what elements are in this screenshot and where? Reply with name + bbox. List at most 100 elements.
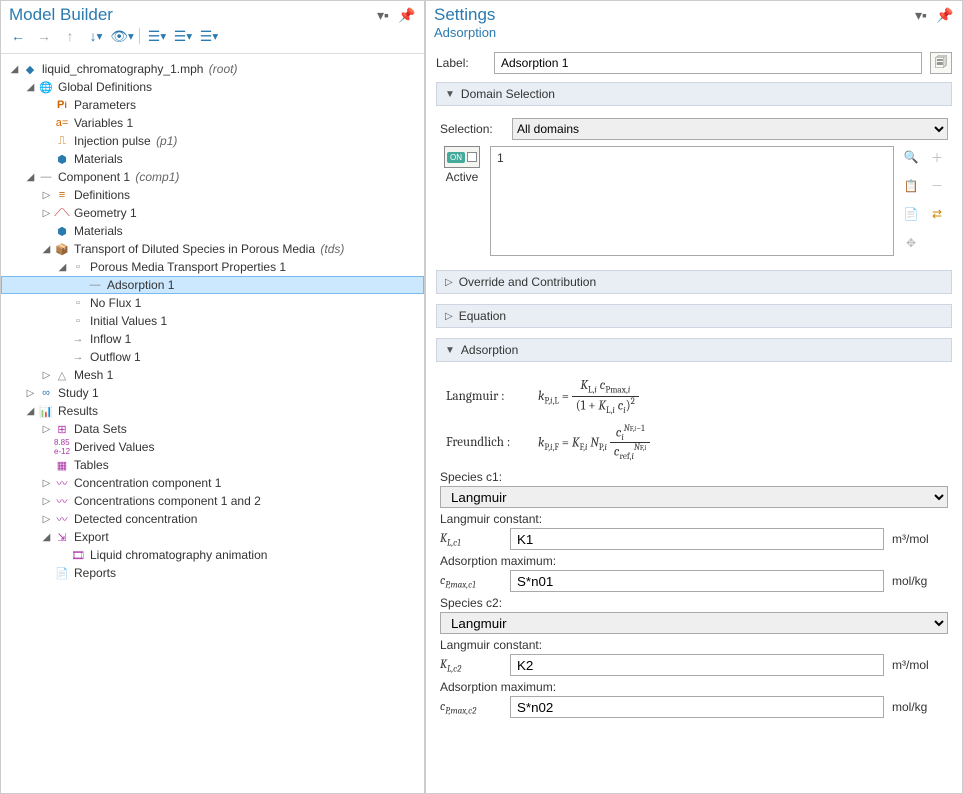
copy-icon[interactable]: 📋 [900,175,922,197]
active-lbl: Active [446,170,479,184]
species-c2-label: Species c2: [440,596,948,610]
tree-component1[interactable]: ◢— Component 1 (comp1) [1,168,424,186]
tree-pmtp1[interactable]: ◢▫ Porous Media Transport Properties 1 [1,258,424,276]
k-c1-input[interactable] [510,528,884,550]
plot-icon: 〰 [54,511,70,527]
add-icon[interactable]: ＋ [926,146,948,168]
model-tree[interactable]: ◢◆ liquid_chromatography_1.mph (root) ◢🌐… [1,54,424,793]
tree-outflow1[interactable]: ▷→ Outflow 1 [1,348,424,366]
zoom-selection-icon[interactable]: 🔍 [900,146,922,168]
section-override[interactable]: ▷ Override and Contribution [436,270,952,294]
datasets-icon: ⊞ [54,421,70,437]
tree-injection-pulse[interactable]: ▷⎍ Injection pulse (p1) [1,132,424,150]
forward-icon[interactable]: → [35,27,53,45]
definitions-icon: ≡ [54,187,70,203]
tree-tds[interactable]: ◢📦 Transport of Diluted Species in Porou… [1,240,424,258]
tree-results[interactable]: ◢📊 Results [1,402,424,420]
tree-mesh1[interactable]: ▷△ Mesh 1 [1,366,424,384]
tree-root[interactable]: ◢◆ liquid_chromatography_1.mph (root) [1,60,424,78]
expand-icon[interactable]: ☰▾ [148,27,166,45]
tree-variables[interactable]: ▷a= Variables 1 [1,114,424,132]
section-equation[interactable]: ▷ Equation [436,304,952,328]
chevron-down-icon: ▼ [445,89,455,100]
export-icon: ⇲ [54,529,70,545]
selection-dropdown[interactable]: All domains [512,118,948,140]
tree-study1[interactable]: ▷∞ Study 1 [1,384,424,402]
k-c1-symbol: KL,c1 [440,531,502,548]
tree-derived[interactable]: ▷8.85e-12 Derived Values [1,438,424,456]
section-adsorption[interactable]: ▼ Adsorption [436,338,952,362]
materials-icon: ⬢ [54,151,70,167]
cpmax-c1-symbol: cP,max,c1 [440,573,502,590]
selection-list[interactable]: 1 [490,146,894,256]
species-c1-label: Species c1: [440,470,948,484]
chevron-right-icon: ▷ [445,277,453,288]
label-row: Label: 🗐 [436,52,952,74]
tree-geometry[interactable]: ▷⟋⟍ Geometry 1 [1,204,424,222]
globe-icon: 🌐 [38,79,54,95]
tree-export[interactable]: ◢⇲ Export [1,528,424,546]
k-c2-input[interactable] [510,654,884,676]
minimize-icon[interactable]: ▾▪ [912,6,930,24]
tables-icon: ▦ [54,457,70,473]
tree-tables[interactable]: ▷▦ Tables [1,456,424,474]
derived-icon: 8.85e-12 [54,439,70,455]
model-builder-header: Model Builder ▾▪ 📌 [1,1,424,25]
plot-icon: 〰 [54,475,70,491]
pin-icon[interactable]: 📌 [936,6,954,24]
up-icon[interactable]: ↑ [61,27,79,45]
tree-anim[interactable]: ▷🎞 Liquid chromatography animation [1,546,424,564]
k-c2-unit: m³/mol [892,658,948,672]
down-icon[interactable]: ↓▾ [87,27,105,45]
tree-conc1[interactable]: ▷〰 Concentration component 1 [1,474,424,492]
mph-file-icon: ◆ [22,61,38,77]
move-icon[interactable]: ✥ [900,232,922,254]
active-toggle[interactable]: ON [444,146,480,168]
parameters-icon: Pi [54,97,70,113]
freundlich-equation: Freundlich : kP,i,F = KF,i NP,i ciNF,i−1… [440,420,948,467]
k-c1-unit: m³/mol [892,532,948,546]
tree-conc12[interactable]: ▷〰 Concentrations component 1 and 2 [1,492,424,510]
tree-noflux1[interactable]: ▷▫ No Flux 1 [1,294,424,312]
label-lbl: Label: [436,56,486,70]
toggle-icon[interactable]: ⇄ [926,203,948,225]
cpmax-c2-label: Adsorption maximum: [440,680,948,694]
section-domain-selection[interactable]: ▼ Domain Selection [436,82,952,106]
tag-icon[interactable]: ☰▾ [200,27,218,45]
collapse-icon[interactable]: ☰▾ [174,27,192,45]
function-icon: ⎍ [54,133,70,149]
remove-icon[interactable]: － [926,175,948,197]
tree-definitions[interactable]: ▷≡ Definitions [1,186,424,204]
minimize-icon[interactable]: ▾▪ [374,6,392,24]
label-input[interactable] [494,52,922,74]
inflow-icon: → [70,331,86,347]
show-icon[interactable]: 👁▾ [113,27,131,45]
k-c1-label: Langmuir constant: [440,512,948,526]
back-icon[interactable]: ← [9,27,27,45]
species-c1-dropdown[interactable]: Langmuir [440,486,948,508]
species-c2-dropdown[interactable]: Langmuir [440,612,948,634]
chevron-down-icon: ▼ [445,345,455,356]
show-equation-button[interactable]: 🗐 [930,52,952,74]
tree-global-definitions[interactable]: ◢🌐 Global Definitions [1,78,424,96]
toolbar-separator [139,28,140,44]
tree-inflow1[interactable]: ▷→ Inflow 1 [1,330,424,348]
tree-initial1[interactable]: ▷▫ Initial Values 1 [1,312,424,330]
pin-icon[interactable]: 📌 [398,6,416,24]
tree-reports[interactable]: ▷📄 Reports [1,564,424,582]
results-icon: 📊 [38,403,54,419]
tree-parameters[interactable]: ▷Pi Parameters [1,96,424,114]
animation-icon: 🎞 [70,547,86,563]
tree-materials[interactable]: ▷⬢ Materials [1,150,424,168]
physics-icon: 📦 [54,241,70,257]
list-item[interactable]: 1 [497,151,887,165]
tree-datasets[interactable]: ▷⊞ Data Sets [1,420,424,438]
tree-detected[interactable]: ▷〰 Detected concentration [1,510,424,528]
variables-icon: a= [54,115,70,131]
paste-icon[interactable]: 📄 [900,203,922,225]
tree-materials2[interactable]: ▷⬢ Materials [1,222,424,240]
cpmax-c1-input[interactable] [510,570,884,592]
tree-adsorption1[interactable]: ▷— Adsorption 1 [1,276,424,294]
cpmax-c2-input[interactable] [510,696,884,718]
materials-icon: ⬢ [54,223,70,239]
